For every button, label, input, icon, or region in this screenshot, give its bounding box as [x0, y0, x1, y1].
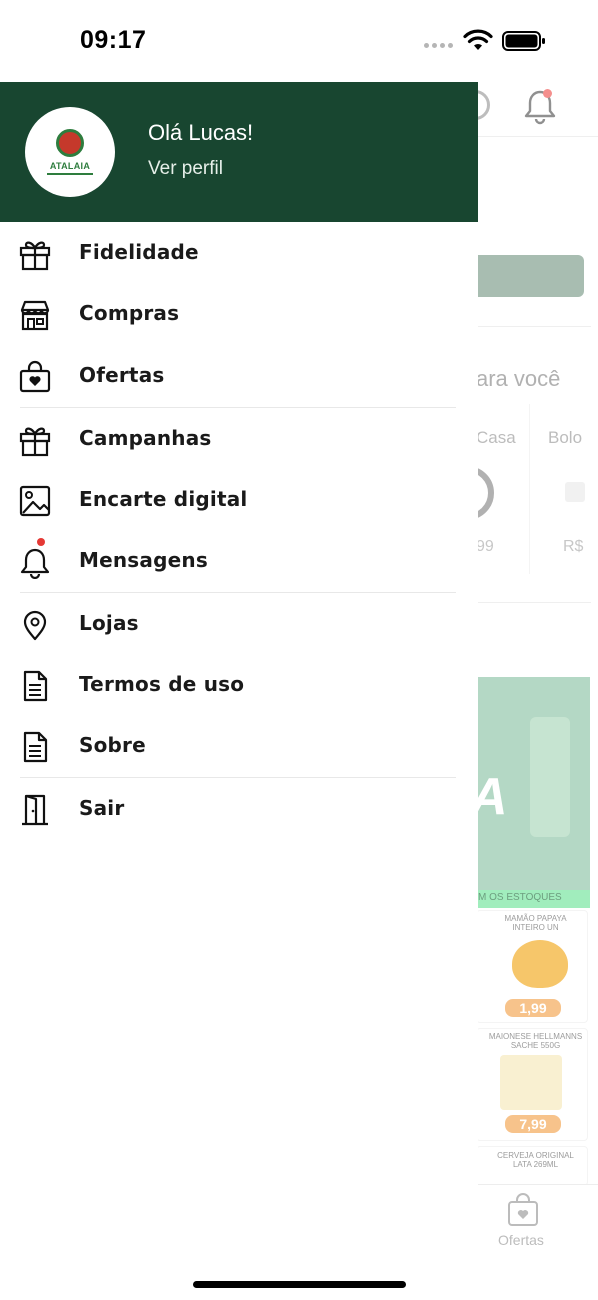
wifi-icon: [463, 29, 493, 50]
menu-label: Sobre: [79, 733, 146, 757]
menu-item-sobre[interactable]: Sobre: [0, 717, 478, 773]
menu-item-encarte-digital[interactable]: Encarte digital: [0, 471, 478, 527]
battery-icon: [502, 31, 545, 51]
menu-label: Fidelidade: [79, 240, 199, 264]
bell-icon: [20, 548, 50, 579]
navigation-drawer: ATALAIA Olá Lucas! Ver perfil Fidelidade…: [0, 82, 478, 1300]
menu-divider: [20, 592, 456, 593]
document-icon: [23, 731, 48, 763]
document-icon: [23, 670, 48, 702]
view-profile-link[interactable]: Ver perfil: [148, 158, 223, 180]
door-icon: [22, 794, 48, 826]
menu-label: Lojas: [79, 611, 139, 635]
status-time: 09:17: [80, 26, 147, 54]
gift-icon: [19, 427, 51, 457]
menu-item-mensagens[interactable]: Mensagens: [0, 532, 478, 588]
map-pin-icon: [23, 610, 47, 641]
store-icon: [20, 300, 50, 331]
home-indicator[interactable]: [193, 1281, 406, 1288]
unread-badge: [37, 538, 45, 546]
menu-item-lojas[interactable]: Lojas: [0, 595, 478, 651]
menu-label: Compras: [79, 301, 180, 325]
menu-label: Ofertas: [79, 363, 165, 387]
brand-emblem-icon: [56, 129, 84, 157]
menu-item-ofertas[interactable]: Ofertas: [0, 347, 478, 403]
status-bar: 09:17: [0, 0, 598, 82]
menu-item-fidelidade[interactable]: Fidelidade: [0, 224, 478, 280]
menu-divider: [20, 777, 456, 778]
drawer-header: ATALAIA Olá Lucas! Ver perfil: [0, 82, 478, 222]
gift-icon: [19, 241, 51, 271]
brand-logo-text: ATALAIA: [49, 161, 91, 171]
cellular-signal-icon: [424, 43, 453, 48]
menu-label: Encarte digital: [79, 487, 248, 511]
menu-item-campanhas[interactable]: Campanhas: [0, 410, 478, 466]
avatar[interactable]: ATALAIA: [25, 107, 115, 197]
menu-label: Mensagens: [79, 548, 208, 572]
shopping-bag-heart-icon: [19, 360, 51, 393]
menu-label: Sair: [79, 796, 125, 820]
menu-label: Campanhas: [79, 426, 212, 450]
menu-label: Termos de uso: [79, 672, 245, 696]
menu-divider: [20, 407, 456, 408]
greeting: Olá Lucas!: [148, 120, 254, 145]
menu-item-termos-de-uso[interactable]: Termos de uso: [0, 656, 478, 712]
menu-item-sair[interactable]: Sair: [0, 780, 478, 836]
image-icon: [19, 485, 51, 517]
menu-item-compras[interactable]: Compras: [0, 285, 478, 341]
